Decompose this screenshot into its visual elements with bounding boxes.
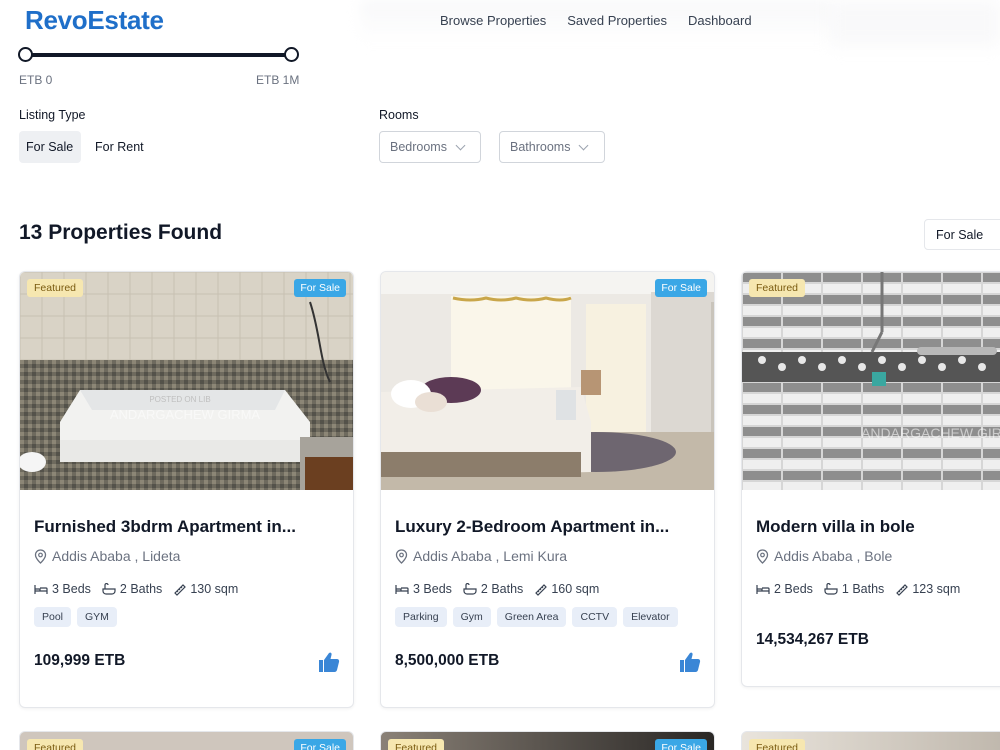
property-card[interactable]: For Sale Luxury 2-Bedroom Apartment in..… (380, 271, 715, 708)
beds-count: 3 Beds (413, 582, 452, 596)
property-card-peek[interactable]: Featured For Sale (19, 731, 354, 750)
featured-badge: Featured (749, 279, 806, 297)
featured-badge: Featured (388, 739, 445, 750)
property-price: 14,534,267 ETB (756, 631, 869, 648)
nav-browse-properties[interactable]: Browse Properties (440, 13, 546, 28)
location-pin-icon (34, 548, 47, 564)
bath-icon (102, 583, 116, 595)
property-location-text: Addis Ababa , Bole (774, 548, 893, 564)
property-title[interactable]: Furnished 3bdrm Apartment in... (34, 517, 296, 537)
bed-icon (34, 584, 48, 594)
bathrooms-select-label: Bathrooms (510, 140, 571, 154)
bed-icon (756, 584, 770, 594)
property-photo (381, 272, 714, 490)
bath-icon (463, 583, 477, 595)
listing-type-for-rent[interactable]: For Rent (88, 131, 151, 163)
property-card-peek[interactable]: Featured (741, 731, 1000, 750)
status-badge: For Sale (655, 279, 707, 297)
chevron-down-icon (579, 140, 589, 150)
bath-icon (824, 583, 838, 595)
amenity-tags: Parking Gym Green Area CCTV Elevator (395, 607, 678, 627)
amenity-tag: Green Area (496, 607, 567, 627)
property-title[interactable]: Modern villa in bole (756, 517, 915, 537)
bathrooms-select[interactable]: Bathrooms (499, 131, 605, 163)
chevron-down-icon (455, 140, 466, 150)
results-count-title: 13 Properties Found (19, 221, 223, 244)
main-nav: Browse Properties Saved Properties Dashb… (440, 13, 752, 28)
app-logo[interactable]: RevoEstate (25, 5, 164, 36)
baths-count: 2 Baths (480, 582, 524, 596)
listing-type-for-sale[interactable]: For Sale (19, 131, 81, 163)
baths-count: 1 Baths (841, 582, 885, 596)
amenity-tags: Pool GYM (34, 607, 117, 627)
thumbs-up-icon[interactable] (317, 650, 341, 674)
rooms-label: Rooms (379, 108, 419, 122)
property-card[interactable]: POSTED ON LIB ANDARGACHEW GIRMA Featured… (19, 271, 354, 708)
property-card-peek[interactable]: Featured For Sale (380, 731, 715, 750)
beds-count: 3 Beds (52, 582, 91, 596)
featured-badge: Featured (749, 739, 806, 750)
status-badge: For Sale (655, 739, 707, 750)
property-price: 109,999 ETB (34, 652, 126, 669)
price-min-label: ETB 0 (19, 73, 53, 87)
header-backdrop-right (830, 0, 1000, 46)
bedrooms-select[interactable]: Bedrooms (379, 131, 481, 163)
listing-type-label: Listing Type (19, 108, 86, 122)
featured-badge: Featured (27, 279, 84, 297)
property-location: Addis Ababa , Lideta (34, 548, 180, 564)
beds-count: 2 Beds (774, 582, 813, 596)
area-size: 160 sqm (551, 582, 600, 596)
thumbs-up-icon[interactable] (678, 650, 702, 674)
amenity-tag: Gym (452, 607, 491, 627)
amenity-tag: Pool (34, 607, 72, 627)
listing-sort-select[interactable]: For Sale (924, 219, 1000, 250)
location-pin-icon (756, 548, 769, 564)
area-icon (174, 583, 187, 596)
area-size: 130 sqm (190, 582, 239, 596)
property-location-text: Addis Ababa , Lemi Kura (413, 548, 568, 564)
price-max-handle[interactable] (284, 47, 299, 62)
property-location: Addis Ababa , Bole (756, 548, 892, 564)
property-location-text: Addis Ababa , Lideta (52, 548, 181, 564)
status-badge: For Sale (294, 739, 346, 750)
area-icon (896, 583, 909, 596)
baths-count: 2 Baths (119, 582, 163, 596)
bed-icon (395, 584, 409, 594)
price-min-handle[interactable] (18, 47, 33, 62)
property-title[interactable]: Luxury 2-Bedroom Apartment in... (395, 517, 669, 537)
status-badge: For Sale (294, 279, 346, 297)
property-specs: 2 Beds 1 Baths 123 sqm (756, 582, 960, 596)
property-specs: 3 Beds 2 Baths 130 sqm (34, 582, 238, 596)
property-price: 8,500,000 ETB (395, 652, 500, 669)
location-pin-icon (395, 548, 408, 564)
property-card[interactable]: ANDARGACHEW GIRMA Featured Modern villa … (741, 271, 1000, 687)
amenity-tag: GYM (77, 607, 117, 627)
amenity-tag: CCTV (572, 607, 618, 627)
property-photo: POSTED ON LIB ANDARGACHEW GIRMA (20, 272, 353, 490)
property-specs: 3 Beds 2 Baths 160 sqm (395, 582, 599, 596)
price-max-label: ETB 1M (256, 73, 300, 87)
photo-watermark: ANDARGACHEW GIRMA (861, 425, 1000, 441)
property-location: Addis Ababa , Lemi Kura (395, 548, 567, 564)
area-icon (535, 583, 548, 596)
amenity-tag: Elevator (623, 607, 678, 627)
photo-watermark: ANDARGACHEW GIRMA (110, 407, 261, 422)
nav-saved-properties[interactable]: Saved Properties (567, 13, 667, 28)
featured-badge: Featured (27, 739, 84, 750)
price-range-track[interactable] (25, 53, 292, 57)
svg-text:POSTED ON LIB: POSTED ON LIB (149, 395, 210, 404)
nav-dashboard[interactable]: Dashboard (688, 13, 752, 28)
area-size: 123 sqm (912, 582, 961, 596)
bedrooms-select-label: Bedrooms (390, 140, 447, 154)
amenity-tag: Parking (395, 607, 447, 627)
property-photo: ANDARGACHEW GIRMA (742, 272, 1000, 490)
